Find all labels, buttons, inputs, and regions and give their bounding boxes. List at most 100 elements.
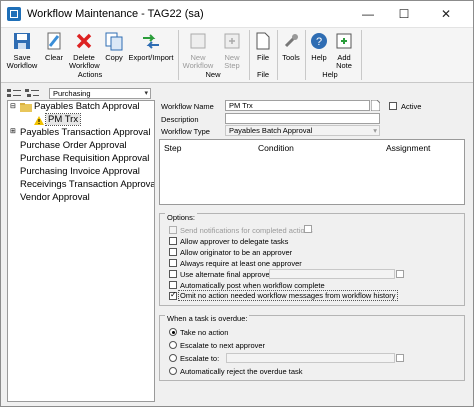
allow-originator-checkbox[interactable] bbox=[169, 248, 177, 256]
group-actions: Actions bbox=[77, 70, 103, 79]
copy-icon bbox=[105, 32, 123, 51]
send-notifications-label: Send notifications for completed actions bbox=[180, 226, 313, 235]
allow-delegate-checkbox[interactable] bbox=[169, 237, 177, 245]
ribbon-separator bbox=[178, 30, 179, 80]
workflow-name-label: Workflow Name bbox=[161, 102, 214, 111]
escalate-to-radio[interactable] bbox=[169, 354, 177, 362]
workflow-type-label: Workflow Type bbox=[161, 127, 210, 136]
active-checkbox[interactable] bbox=[389, 102, 397, 110]
use-alternate-approver-label: Use alternate final approver bbox=[180, 270, 273, 279]
escalate-to-label: Escalate to: bbox=[180, 354, 220, 363]
alternate-approver-lookup-button[interactable] bbox=[396, 270, 404, 278]
new-workflow-icon bbox=[190, 33, 206, 49]
minimize-button[interactable]: — bbox=[353, 1, 383, 27]
workflow-name-field[interactable]: PM Trx bbox=[225, 100, 370, 111]
tree-toolbar: Purchasing ▾ bbox=[7, 87, 152, 99]
use-alternate-approver-checkbox[interactable] bbox=[169, 270, 177, 278]
clear-button[interactable]: Clear bbox=[41, 30, 67, 70]
tools-menu-button[interactable]: Tools bbox=[280, 30, 302, 70]
new-step-button[interactable]: New Step bbox=[218, 30, 246, 70]
workflow-tree: ⊟ Payables Batch Approval PM Trx ⊞ Payab… bbox=[7, 100, 155, 402]
column-header-assignment: Assignment bbox=[386, 143, 431, 153]
take-no-action-label: Take no action bbox=[180, 328, 229, 337]
tree-item-pm-trx[interactable]: PM Trx bbox=[44, 113, 82, 126]
omit-no-action-checkbox[interactable] bbox=[169, 290, 177, 300]
export-import-button[interactable]: Export/Import bbox=[127, 30, 175, 70]
require-one-approver-label: Always require at least one approver bbox=[180, 259, 302, 268]
tree-item-purchase-requisition-approval[interactable]: Purchase Requisition Approval bbox=[20, 153, 149, 164]
tree-item-purchase-order-approval[interactable]: Purchase Order Approval bbox=[20, 140, 127, 151]
copy-button[interactable]: Copy bbox=[102, 30, 126, 70]
clear-icon bbox=[47, 32, 61, 50]
overdue-title: When a task is overdue: bbox=[165, 314, 250, 323]
app-icon bbox=[7, 7, 21, 21]
escalate-to-field bbox=[226, 353, 395, 363]
close-button[interactable]: ✕ bbox=[431, 1, 461, 27]
group-new: New bbox=[205, 70, 221, 79]
tree-item-payables-batch-approval[interactable]: Payables Batch Approval bbox=[34, 101, 140, 112]
ribbon-separator bbox=[277, 30, 278, 80]
description-label: Description bbox=[161, 115, 199, 124]
ribbon-separator bbox=[305, 30, 306, 80]
column-header-step: Step bbox=[164, 143, 182, 153]
help-menu-button[interactable]: ? Help bbox=[308, 30, 330, 70]
expand-node-icon[interactable]: ⊞ bbox=[10, 127, 16, 135]
alternate-approver-field bbox=[269, 269, 395, 279]
chevron-down-icon: ▾ bbox=[144, 90, 148, 97]
steps-grid[interactable]: Step Condition Assignment bbox=[159, 139, 465, 205]
new-step-icon bbox=[224, 33, 240, 49]
notifications-lookup-button[interactable] bbox=[304, 225, 312, 233]
collapse-all-icon[interactable] bbox=[25, 88, 39, 98]
title-bar: Workflow Maintenance - TAG22 (sa) — ☐ ✕ bbox=[1, 1, 473, 28]
folder-icon bbox=[20, 103, 32, 112]
svg-text:?: ? bbox=[316, 36, 322, 48]
add-note-icon bbox=[336, 33, 352, 49]
group-help: Help bbox=[322, 70, 338, 79]
escalate-to-lookup-button[interactable] bbox=[396, 354, 404, 362]
omit-no-action-label: Omit no action needed workflow messages … bbox=[178, 290, 398, 301]
auto-reject-label: Automatically reject the overdue task bbox=[180, 367, 303, 376]
tools-icon bbox=[284, 34, 298, 48]
expand-all-icon[interactable] bbox=[7, 88, 21, 98]
warning-icon bbox=[34, 116, 44, 125]
tree-item-payables-transaction-approval[interactable]: Payables Transaction Approval bbox=[20, 127, 150, 138]
maximize-button[interactable]: ☐ bbox=[389, 1, 419, 27]
delete-workflow-button[interactable]: Delete Workflow bbox=[69, 30, 100, 70]
export-import-icon bbox=[143, 34, 159, 49]
tree-item-receivings-transaction-approval[interactable]: Receivings Transaction Approval bbox=[20, 179, 154, 190]
require-one-approver-checkbox[interactable] bbox=[169, 259, 177, 267]
new-workflow-button[interactable]: New Workflow bbox=[181, 30, 215, 70]
help-icon: ? bbox=[311, 33, 327, 49]
series-filter-dropdown[interactable]: Purchasing ▾ bbox=[49, 88, 151, 99]
tree-item-vendor-approval[interactable]: Vendor Approval bbox=[20, 192, 90, 203]
column-header-condition: Condition bbox=[258, 143, 294, 153]
allow-originator-label: Allow originator to be an approver bbox=[180, 248, 293, 257]
chevron-down-icon: ▾ bbox=[373, 126, 377, 135]
auto-post-checkbox[interactable] bbox=[169, 281, 177, 289]
workflow-type-dropdown: Payables Batch Approval ▾ bbox=[225, 125, 380, 136]
group-file: File bbox=[256, 70, 270, 79]
add-note-button[interactable]: Add Note bbox=[332, 30, 356, 70]
delete-icon bbox=[76, 33, 92, 49]
description-field[interactable] bbox=[225, 113, 380, 124]
ribbon-separator bbox=[249, 30, 250, 80]
collapse-node-icon[interactable]: ⊟ bbox=[10, 102, 16, 110]
escalate-next-radio[interactable] bbox=[169, 341, 177, 349]
window-title: Workflow Maintenance - TAG22 (sa) bbox=[27, 8, 204, 20]
file-menu-button[interactable]: File bbox=[252, 30, 274, 70]
note-icon[interactable] bbox=[371, 100, 380, 111]
tree-item-purchasing-invoice-approval[interactable]: Purchasing Invoice Approval bbox=[20, 166, 140, 177]
save-workflow-button[interactable]: Save Workflow bbox=[4, 30, 40, 70]
ribbon-toolbar: Save Workflow Clear Delete Workflow Copy bbox=[1, 28, 473, 83]
auto-reject-radio[interactable] bbox=[169, 367, 177, 375]
ribbon-separator bbox=[361, 30, 362, 80]
auto-post-label: Automatically post when workflow complet… bbox=[180, 281, 325, 290]
send-notifications-checkbox[interactable] bbox=[169, 226, 177, 234]
take-no-action-radio[interactable] bbox=[169, 328, 177, 336]
file-icon bbox=[256, 32, 270, 50]
workflow-maintenance-window: Workflow Maintenance - TAG22 (sa) — ☐ ✕ … bbox=[0, 0, 474, 407]
active-label: Active bbox=[401, 102, 422, 111]
allow-delegate-label: Allow approver to delegate tasks bbox=[180, 237, 289, 246]
options-title: Options: bbox=[165, 213, 197, 222]
escalate-next-label: Escalate to next approver bbox=[180, 341, 266, 350]
